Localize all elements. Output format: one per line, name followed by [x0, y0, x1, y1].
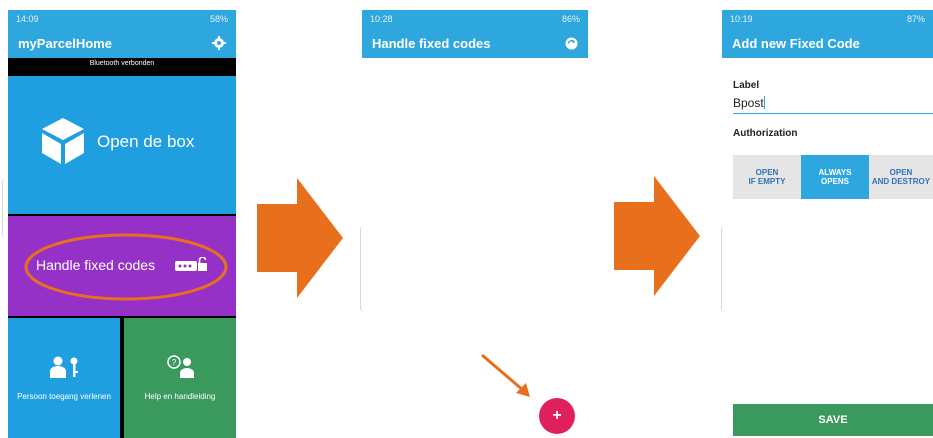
- pointer-arrow-icon: [481, 353, 530, 397]
- save-label: SAVE: [818, 414, 848, 426]
- screen-fixed-codes: 10:28 86% Handle fixed codes +: [362, 10, 588, 438]
- option-open-if-empty[interactable]: OPEN IF EMPTY: [733, 155, 801, 199]
- option-always-opens[interactable]: ALWAYS OPENS: [801, 155, 869, 199]
- person-key-icon: [50, 356, 78, 378]
- app-title: Add new Fixed Code: [732, 35, 860, 51]
- help-tile[interactable]: ? Help en handleiding: [124, 318, 236, 438]
- app-bar: Add new Fixed Code: [722, 28, 933, 58]
- status-time: 14:09: [16, 14, 39, 24]
- status-bar: 10:28 86%: [362, 10, 588, 28]
- status-bar: 14:09 58%: [8, 10, 236, 28]
- text-cursor: [763, 96, 765, 110]
- edge-mark: [360, 226, 366, 312]
- open-box-tile[interactable]: Open de box: [8, 76, 236, 214]
- edge-mark: [721, 226, 727, 312]
- gear-icon[interactable]: [212, 36, 226, 50]
- svg-text:?: ?: [172, 358, 177, 367]
- save-button[interactable]: SAVE: [733, 404, 933, 436]
- app-title: Handle fixed codes: [372, 35, 491, 51]
- status-battery: 58%: [209, 14, 228, 24]
- status-battery: 87%: [906, 14, 925, 24]
- fixed-codes-label: Handle fixed codes: [36, 257, 156, 273]
- status-time: 10:19: [730, 14, 753, 24]
- code-lock-icon: [175, 257, 207, 271]
- arrow-right-icon: [257, 178, 343, 298]
- grant-access-tile[interactable]: Persoon toegang verlenen: [8, 318, 120, 438]
- app-title: myParcelHome: [18, 35, 112, 51]
- help-person-icon: ?: [167, 355, 194, 378]
- screen-home: 14:09 58% myParcelHome Bluetooth verbond…: [8, 10, 236, 438]
- help-label: Help en handleiding: [144, 392, 216, 401]
- grant-access-label: Persoon toegang verlenen: [17, 392, 111, 401]
- sync-icon[interactable]: [565, 37, 578, 50]
- app-bar: Handle fixed codes: [362, 28, 588, 58]
- empty-list: [362, 58, 588, 438]
- app-bar: myParcelHome: [8, 28, 236, 58]
- box-icon: [42, 118, 84, 164]
- open-box-label: Open de box: [97, 132, 195, 151]
- status-bar: 10:19 87%: [722, 10, 933, 28]
- authorization-heading: Authorization: [733, 128, 798, 139]
- arrow-right-icon: [614, 176, 700, 296]
- status-battery: 86%: [561, 14, 580, 24]
- bluetooth-banner: Bluetooth verbonden: [8, 58, 236, 70]
- label-input-value: Bpost: [733, 96, 764, 110]
- authorization-options: OPEN IF EMPTY ALWAYS OPENS OPEN AND DEST…: [733, 155, 933, 199]
- status-time: 10:28: [370, 14, 393, 24]
- label-input[interactable]: Bpost: [733, 94, 933, 114]
- plus-icon: +: [552, 407, 562, 424]
- add-fab-button[interactable]: +: [539, 398, 575, 434]
- label-heading: Label: [733, 80, 760, 91]
- handle-fixed-codes-tile[interactable]: Handle fixed codes: [8, 216, 236, 316]
- option-open-and-destroy[interactable]: OPEN AND DESTROY: [869, 155, 933, 199]
- screen-add-fixed-code: 10:19 87% Add new Fixed Code Label Bpost…: [722, 10, 933, 438]
- edge-mark: [2, 178, 9, 238]
